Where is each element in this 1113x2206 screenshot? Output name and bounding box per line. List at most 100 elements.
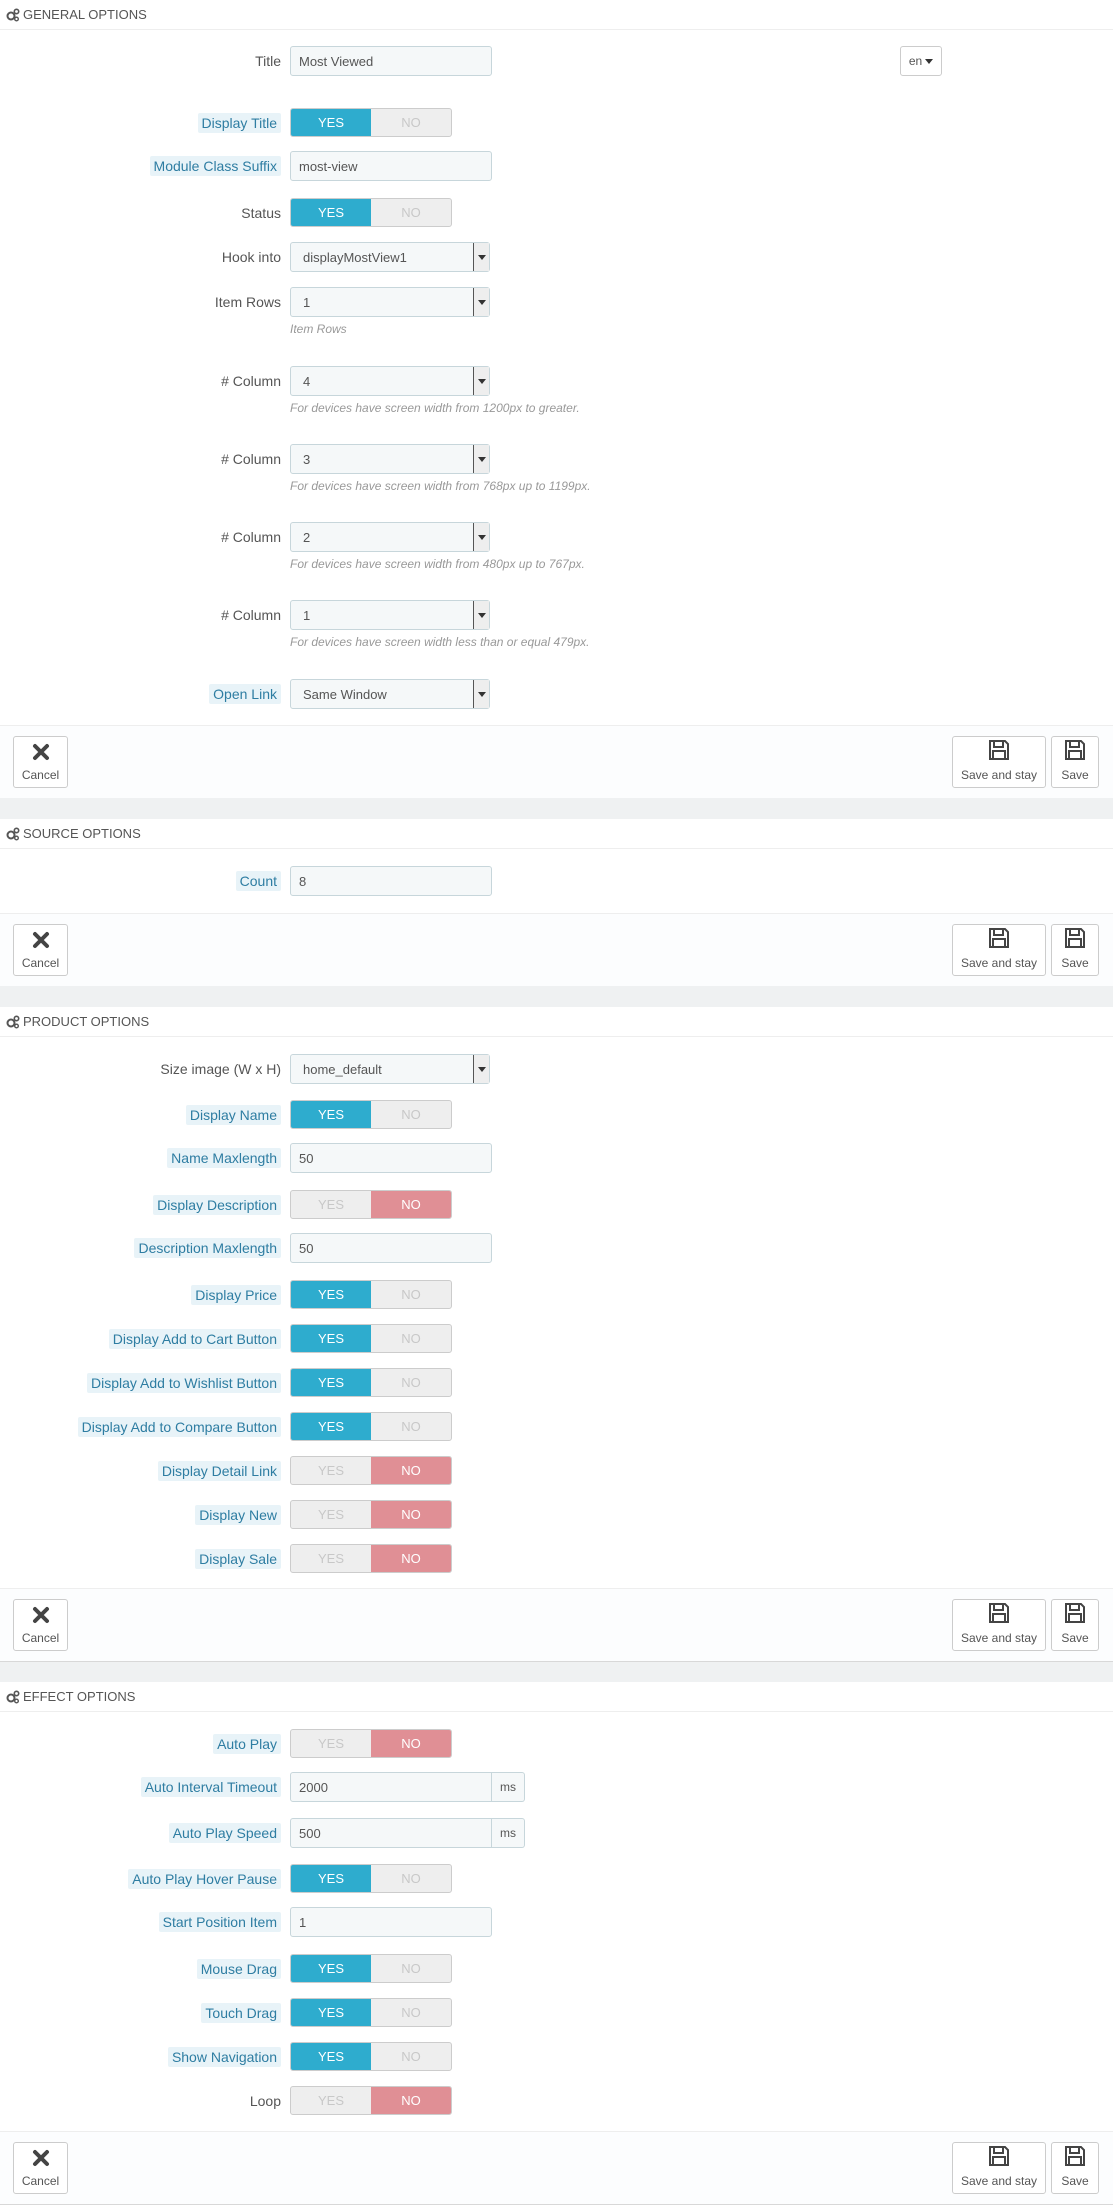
display-name-switch[interactable]: YES NO xyxy=(290,1100,452,1129)
hover-pause-switch[interactable]: YES NO xyxy=(290,1864,452,1893)
cancel-button[interactable]: Cancel xyxy=(13,2142,68,2194)
switch-yes[interactable]: YES xyxy=(291,1369,371,1396)
switch-yes[interactable]: YES xyxy=(291,1955,371,1982)
item-rows-select[interactable]: 1 xyxy=(290,287,490,317)
switch-yes[interactable]: YES xyxy=(291,1730,371,1757)
add-wishlist-switch[interactable]: YES NO xyxy=(290,1368,452,1397)
switch-no[interactable]: NO xyxy=(371,1501,451,1528)
mouse-drag-switch[interactable]: YES NO xyxy=(290,1954,452,1983)
save-and-stay-button[interactable]: Save and stay xyxy=(952,2142,1046,2194)
column-4-select[interactable]: 1 xyxy=(290,600,490,630)
switch-no[interactable]: NO xyxy=(371,199,451,226)
switch-yes[interactable]: YES xyxy=(291,1325,371,1352)
status-switch[interactable]: YES NO xyxy=(290,198,452,227)
cancel-button[interactable]: Cancel xyxy=(13,924,68,976)
speed-unit: ms xyxy=(492,1818,525,1848)
switch-yes[interactable]: YES xyxy=(291,1191,371,1218)
save-button[interactable]: Save xyxy=(1051,924,1099,976)
display-description-switch[interactable]: YES NO xyxy=(290,1190,452,1219)
general-options-footer: Cancel Save and stay Save xyxy=(0,725,1113,799)
switch-no[interactable]: NO xyxy=(371,1999,451,2026)
save-label: Save xyxy=(1061,2174,1089,2188)
display-price-switch[interactable]: YES NO xyxy=(290,1280,452,1309)
switch-no[interactable]: NO xyxy=(371,1955,451,1982)
switch-no[interactable]: NO xyxy=(371,1281,451,1308)
switch-yes[interactable]: YES xyxy=(291,1101,371,1128)
switch-yes[interactable]: YES xyxy=(291,1501,371,1528)
add-compare-switch[interactable]: YES NO xyxy=(290,1412,452,1441)
section-title: PRODUCT OPTIONS xyxy=(23,1014,150,1029)
switch-yes[interactable]: YES xyxy=(291,2043,371,2070)
cancel-label: Cancel xyxy=(21,1631,60,1645)
column-2-select[interactable]: 3 xyxy=(290,444,490,474)
switch-no[interactable]: NO xyxy=(371,1413,451,1440)
cancel-button[interactable]: Cancel xyxy=(13,736,68,788)
switch-yes[interactable]: YES xyxy=(291,1865,371,1892)
language-dropdown[interactable]: en xyxy=(900,46,942,76)
effect-options-footer: Cancel Save and stay Save xyxy=(0,2131,1113,2205)
switch-yes[interactable]: YES xyxy=(291,1457,371,1484)
switch-no[interactable]: NO xyxy=(371,2043,451,2070)
switch-yes[interactable]: YES xyxy=(291,1281,371,1308)
open-link-select[interactable]: Same Window xyxy=(290,679,490,709)
switch-no[interactable]: NO xyxy=(371,1101,451,1128)
switch-no[interactable]: NO xyxy=(371,1325,451,1352)
switch-yes[interactable]: YES xyxy=(291,2087,371,2114)
column-1-select[interactable]: 4 xyxy=(290,366,490,396)
display-title-switch[interactable]: YES NO xyxy=(290,108,452,137)
suffix-input[interactable] xyxy=(290,151,492,181)
display-sale-switch[interactable]: YES NO xyxy=(290,1544,452,1573)
cancel-button[interactable]: Cancel xyxy=(13,1599,68,1651)
switch-yes[interactable]: YES xyxy=(291,199,371,226)
column-3-select[interactable]: 2 xyxy=(290,522,490,552)
section-divider xyxy=(0,986,1113,1007)
display-new-switch[interactable]: YES NO xyxy=(290,1500,452,1529)
hook-select[interactable]: displayMostView1 xyxy=(290,242,490,272)
switch-yes[interactable]: YES xyxy=(291,1413,371,1440)
switch-yes[interactable]: YES xyxy=(291,109,371,136)
floppy-disk-icon xyxy=(1063,738,1087,762)
save-button[interactable]: Save xyxy=(1051,1599,1099,1651)
show-navigation-switch[interactable]: YES NO xyxy=(290,2042,452,2071)
chevron-down-icon xyxy=(473,288,489,316)
start-position-label: Start Position Item xyxy=(158,1907,281,1937)
switch-no[interactable]: NO xyxy=(371,2087,451,2114)
status-label: Status xyxy=(241,205,281,221)
save-and-stay-label: Save and stay xyxy=(960,768,1038,782)
auto-play-label: Auto Play xyxy=(213,1729,281,1759)
size-image-select[interactable]: home_default xyxy=(290,1054,490,1084)
auto-play-switch[interactable]: YES NO xyxy=(290,1729,452,1758)
save-and-stay-button[interactable]: Save and stay xyxy=(952,1599,1046,1651)
switch-no[interactable]: NO xyxy=(371,109,451,136)
switch-no[interactable]: NO xyxy=(371,1545,451,1572)
title-label: Title xyxy=(255,53,281,69)
show-navigation-label: Show Navigation xyxy=(167,2042,281,2072)
loop-switch[interactable]: YES NO xyxy=(290,2086,452,2115)
save-and-stay-button[interactable]: Save and stay xyxy=(952,924,1046,976)
switch-no[interactable]: NO xyxy=(371,1730,451,1757)
interval-input[interactable] xyxy=(290,1772,492,1802)
floppy-disk-icon xyxy=(1063,2144,1087,2168)
display-sale-label: Display Sale xyxy=(195,1544,281,1574)
switch-no[interactable]: NO xyxy=(371,1457,451,1484)
count-input[interactable] xyxy=(290,866,492,896)
detail-link-switch[interactable]: YES NO xyxy=(290,1456,452,1485)
description-maxlength-input[interactable] xyxy=(290,1233,492,1263)
product-options-panel: PRODUCT OPTIONS Size image (W x H) home_… xyxy=(0,1007,1113,1662)
start-position-input[interactable] xyxy=(290,1907,492,1937)
close-icon xyxy=(31,742,51,762)
switch-yes[interactable]: YES xyxy=(291,1545,371,1572)
speed-input[interactable] xyxy=(290,1818,492,1848)
save-and-stay-button[interactable]: Save and stay xyxy=(952,736,1046,788)
switch-no[interactable]: NO xyxy=(371,1191,451,1218)
switch-no[interactable]: NO xyxy=(371,1865,451,1892)
switch-no[interactable]: NO xyxy=(371,1369,451,1396)
column-2-help: For devices have screen width from 768px… xyxy=(290,479,591,493)
switch-yes[interactable]: YES xyxy=(291,1999,371,2026)
name-maxlength-input[interactable] xyxy=(290,1143,492,1173)
title-input[interactable] xyxy=(290,46,492,76)
touch-drag-switch[interactable]: YES NO xyxy=(290,1998,452,2027)
save-button[interactable]: Save xyxy=(1051,736,1099,788)
add-cart-switch[interactable]: YES NO xyxy=(290,1324,452,1353)
save-button[interactable]: Save xyxy=(1051,2142,1099,2194)
